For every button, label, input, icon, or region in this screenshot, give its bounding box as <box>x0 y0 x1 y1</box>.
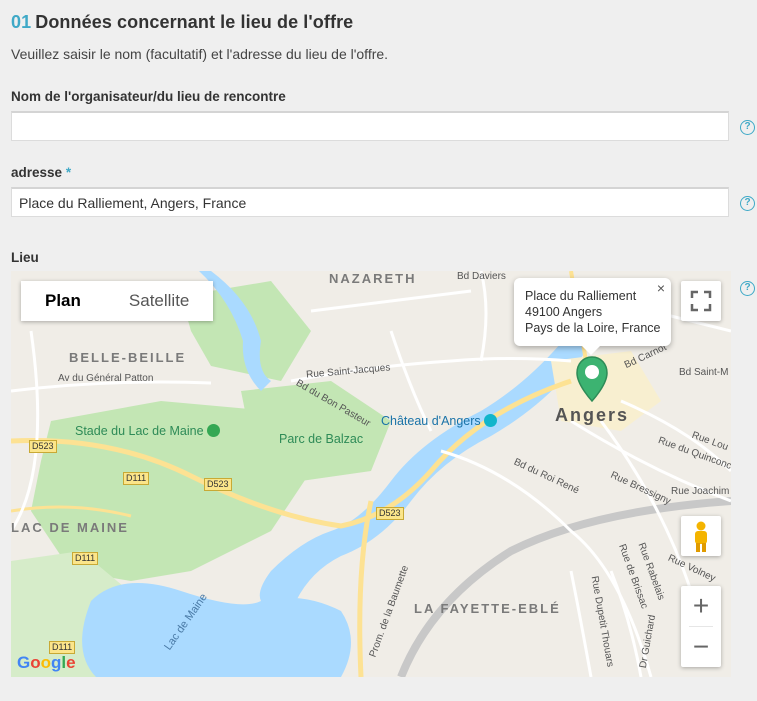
label-bd-daviers: Bd Daviers <box>457 271 506 282</box>
map-type-satellite-button[interactable]: Satellite <box>105 281 213 321</box>
street-view-pegman-button[interactable] <box>681 516 721 556</box>
label-rue-joachim: Rue Joachim <box>671 486 730 497</box>
address-help-icon[interactable]: ? <box>740 196 755 211</box>
info-window-close-icon[interactable]: × <box>657 280 665 296</box>
label-la-fayette: LA FAYETTE-EBLÉ <box>414 601 561 616</box>
organizer-label: Nom de l'organisateur/du lieu de rencont… <box>11 89 286 104</box>
section-intro: Veuillez saisir le nom (facultatif) et l… <box>11 46 389 62</box>
location-help-icon[interactable]: ? <box>740 281 755 296</box>
zoom-in-button[interactable]: + <box>681 586 721 626</box>
label-angers: Angers <box>555 405 630 425</box>
label-chateau-text: Château d'Angers <box>381 414 481 428</box>
info-line-1: Place du Ralliement <box>525 289 637 303</box>
road-badge-d111: D111 <box>72 552 99 565</box>
stadium-icon <box>207 424 221 437</box>
location-label: Lieu <box>11 250 39 265</box>
road-badge-d111: D111 <box>123 472 150 485</box>
castle-icon <box>484 414 498 427</box>
organizer-input[interactable] <box>11 111 729 141</box>
label-chateau: Château d'Angers <box>381 414 498 428</box>
label-stade-text: Stade du Lac de Maine <box>75 424 204 438</box>
map-type-control: Plan Satellite <box>21 281 214 321</box>
road-badge-d523: D523 <box>376 507 404 520</box>
info-line-3: Pays de la Loire, France <box>525 321 661 335</box>
label-lac-de-maine-district: LAC DE MAINE <box>11 520 129 535</box>
google-logo: Google <box>17 653 76 672</box>
label-av-patton: Av du Général Patton <box>58 373 154 384</box>
section-number: 01 <box>11 12 32 32</box>
section-title-text: Données concernant le lieu de l'offre <box>35 12 354 32</box>
section-title: 01 Données concernant le lieu de l'offre <box>11 12 353 33</box>
label-bd-saint: Bd Saint-M <box>679 367 729 378</box>
zoom-control: + − <box>681 586 721 667</box>
pegman-icon <box>695 521 707 552</box>
address-label: adresse * <box>11 165 71 180</box>
address-input[interactable] <box>11 187 729 217</box>
required-mark: * <box>65 165 72 180</box>
road-badge-d523: D523 <box>204 478 232 491</box>
address-label-text: adresse <box>11 165 63 180</box>
fullscreen-icon <box>690 290 712 312</box>
fullscreen-button[interactable] <box>681 281 721 321</box>
location-marker-icon[interactable] <box>575 355 609 403</box>
map-info-window: Place du Ralliement 49100 Angers Pays de… <box>514 278 671 355</box>
label-belle-beille: BELLE-BEILLE <box>69 350 187 365</box>
organizer-help-icon[interactable]: ? <box>740 120 755 135</box>
road-badge-d523: D523 <box>29 440 57 453</box>
label-stade: Stade du Lac de Maine <box>75 424 221 438</box>
zoom-out-button[interactable]: − <box>681 627 721 667</box>
label-parc-balzac: Parc de Balzac <box>279 432 364 446</box>
info-line-2: 49100 Angers <box>525 305 603 319</box>
map-view[interactable]: Plan Satellite NAZARETH BELLE-BEILLE LAC… <box>11 271 731 677</box>
map-type-plan-button[interactable]: Plan <box>21 281 105 321</box>
label-nazareth: NAZARETH <box>329 271 417 286</box>
